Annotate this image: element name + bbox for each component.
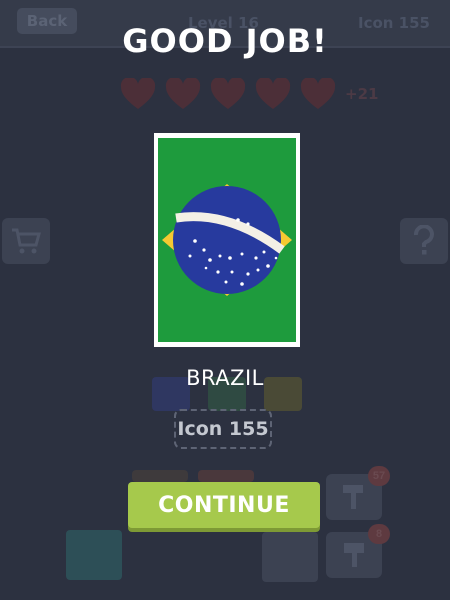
- letter-tile: [262, 532, 318, 582]
- hammer-icon: [343, 485, 363, 509]
- cart-icon: [12, 228, 41, 254]
- question-icon: [413, 225, 434, 255]
- heart-icon: [210, 78, 246, 110]
- help-button[interactable]: [400, 218, 448, 264]
- hearts-bonus: +21: [345, 85, 379, 103]
- heart-icon: [120, 78, 156, 110]
- icon-number-badge: Icon 155: [174, 409, 272, 449]
- heart-icon: [165, 78, 201, 110]
- lives-hearts: +21: [120, 76, 378, 112]
- letter-tile: [132, 470, 188, 482]
- hint-remove-button[interactable]: 8: [326, 524, 390, 578]
- flag-image: [154, 133, 300, 347]
- brazil-flag-icon: [158, 138, 296, 342]
- heart-icon: [300, 78, 336, 110]
- letter-tile: [66, 530, 122, 580]
- hint-reveal-button[interactable]: 57: [326, 466, 390, 520]
- country-name: BRAZIL: [186, 366, 264, 390]
- letter-tile: [198, 470, 254, 482]
- heart-icon: [255, 78, 291, 110]
- hint-count-badge: 8: [368, 524, 390, 544]
- success-title: GOOD JOB!: [122, 22, 328, 60]
- hint-count-badge: 57: [368, 466, 390, 486]
- brush-icon: [344, 543, 364, 567]
- continue-button[interactable]: CONTINUE: [128, 482, 320, 528]
- shop-button[interactable]: [2, 218, 50, 264]
